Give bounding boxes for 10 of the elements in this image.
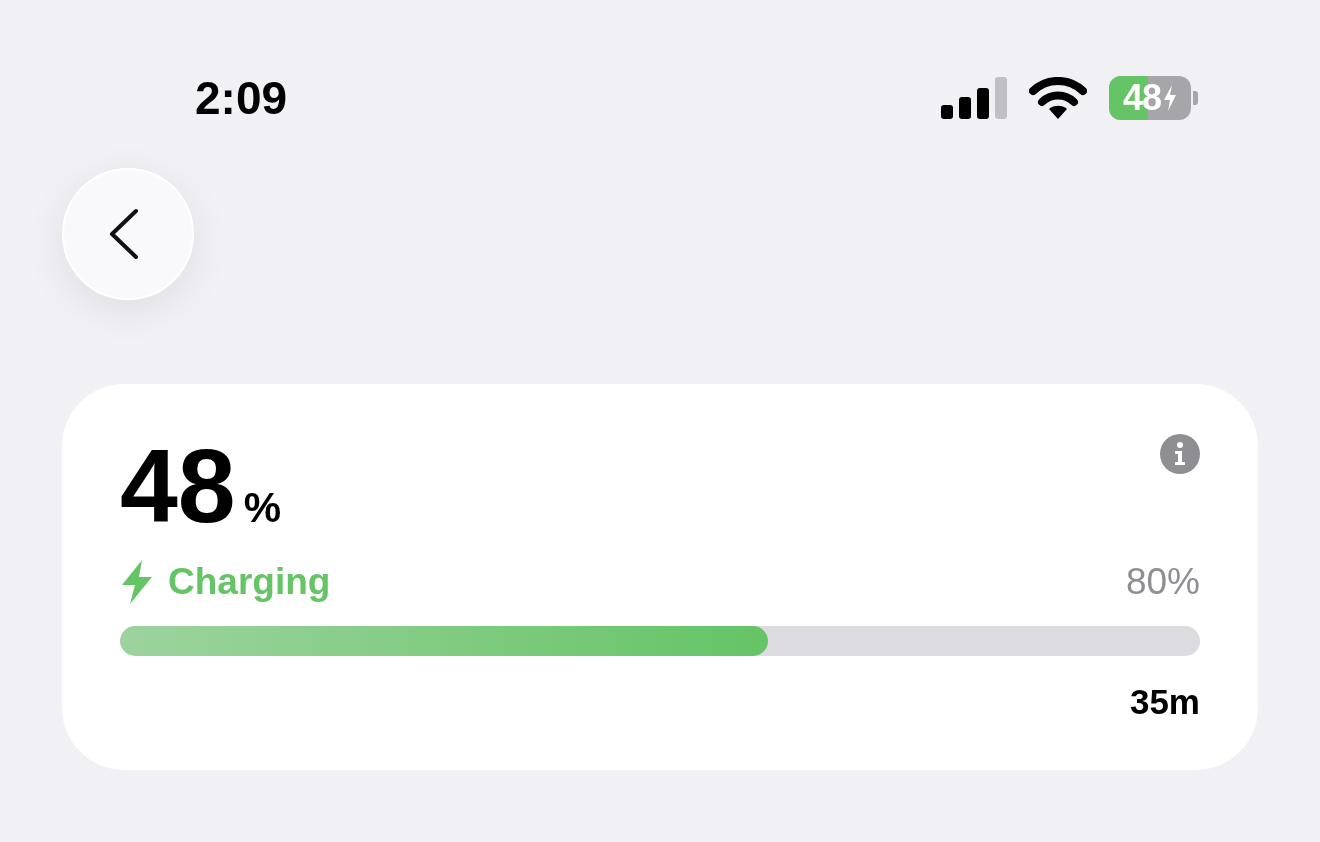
lightning-icon bbox=[120, 560, 154, 604]
status-time: 2:09 bbox=[195, 71, 288, 125]
charging-status: Charging bbox=[168, 561, 331, 603]
info-icon[interactable] bbox=[1160, 434, 1200, 474]
time-remaining: 35m bbox=[1129, 682, 1200, 722]
wifi-icon bbox=[1029, 77, 1087, 119]
battery-percentage: 48 bbox=[120, 434, 236, 538]
percent-sign: % bbox=[243, 484, 282, 532]
charge-limit: 80% bbox=[1125, 561, 1200, 603]
signal-icon bbox=[941, 77, 1007, 119]
